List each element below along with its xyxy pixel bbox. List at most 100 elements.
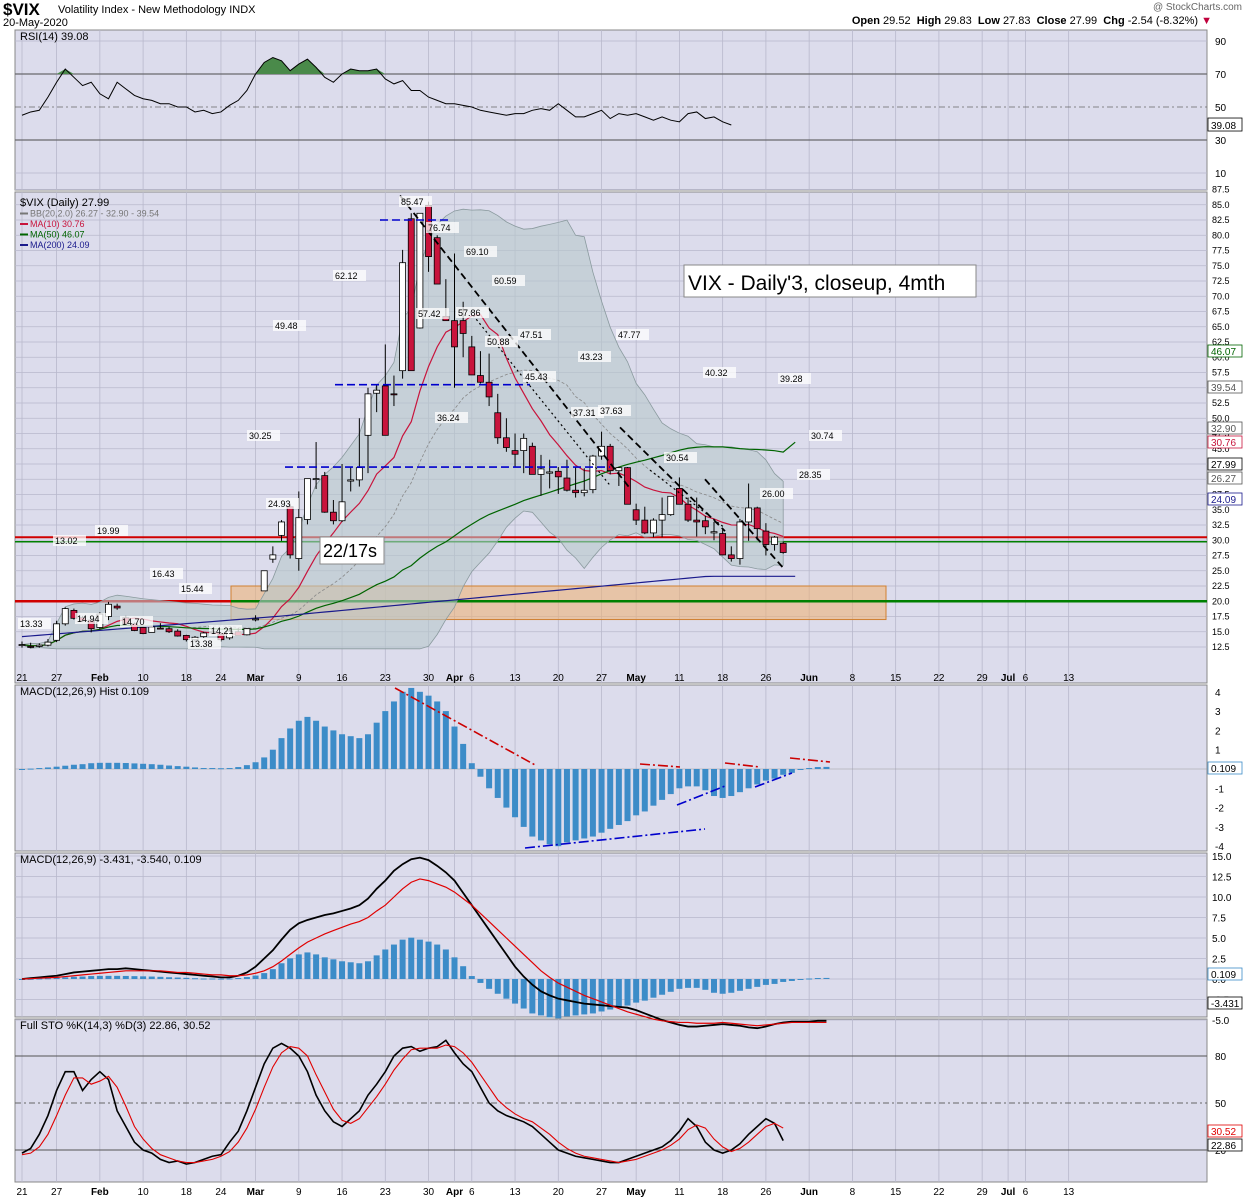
- macd-hist-bar: [96, 975, 103, 979]
- candle-body: [174, 630, 182, 637]
- x-tick-label: 18: [717, 673, 729, 684]
- hist-bar: [209, 768, 216, 770]
- hist-bar: [814, 767, 821, 769]
- candle-body: [18, 644, 26, 646]
- price-y-tick: 35.0: [1212, 505, 1230, 515]
- candle-body: [641, 519, 649, 534]
- price-annotation: 62.12: [335, 271, 358, 281]
- candle-body: [615, 467, 623, 472]
- hist-bar: [105, 762, 112, 769]
- x-tick-label: 15: [890, 1187, 902, 1198]
- price-y-tick: 30.0: [1212, 535, 1230, 545]
- price-y-tick: 12.5: [1212, 642, 1230, 652]
- hist-bar: [719, 769, 726, 798]
- macd-legend: MACD(12,26,9) -3.431, -3.540, 0.109: [20, 854, 202, 866]
- candle-body: [650, 519, 657, 534]
- candle-body: [139, 627, 147, 634]
- macd-hist-bar: [494, 979, 501, 994]
- x-tick-label: 6: [1023, 1187, 1029, 1198]
- price-annotation: 60.59: [494, 276, 517, 286]
- hist-bar: [659, 769, 666, 800]
- macd-hist-bar: [408, 937, 415, 979]
- candle-body: [528, 445, 536, 475]
- hist-bar: [702, 769, 709, 791]
- x-tick-label: 27: [596, 1187, 608, 1198]
- rsi-y-tick: 90: [1215, 37, 1227, 48]
- macd-hist-bar: [598, 979, 605, 1012]
- hist-y-tick: -2: [1215, 804, 1224, 815]
- price-legend-item: $VIX (Daily) 27.99: [20, 197, 109, 209]
- macd-hist-bar: [503, 979, 510, 999]
- hist-bar: [382, 711, 389, 769]
- price-annotation: 37.31: [573, 408, 596, 418]
- price-right-label: 30.76: [1211, 438, 1236, 449]
- hist-bar: [114, 762, 121, 769]
- macd-hist-bar: [468, 976, 475, 979]
- price-right-label: 39.54: [1211, 383, 1236, 394]
- macd-y-tick: 5.0: [1212, 934, 1226, 945]
- candle-body: [390, 393, 398, 396]
- x-tick-label: 24: [215, 673, 227, 684]
- hist-bar: [148, 764, 155, 769]
- x-tick-label: 13: [1063, 673, 1075, 684]
- macd-hist-bar: [650, 979, 657, 998]
- hist-bar: [442, 711, 449, 769]
- candle-body: [520, 437, 528, 451]
- hist-bar: [313, 720, 320, 769]
- x-tick-label: 15: [890, 673, 902, 684]
- chart-title: VIX - Daily'3, closeup, 4mth: [688, 272, 945, 295]
- hist-bar: [494, 769, 501, 798]
- hist-bar: [157, 764, 164, 769]
- macd-y-tick: 12.5: [1212, 873, 1232, 884]
- hist-bar: [538, 769, 544, 841]
- macd-hist-bar: [736, 979, 743, 991]
- hist-bar: [598, 769, 605, 833]
- price-right-label: 24.09: [1211, 495, 1236, 506]
- macd-hist-bar: [200, 978, 207, 980]
- macd-hist-bar: [382, 949, 389, 979]
- hist-bar: [797, 769, 804, 770]
- x-tick-label: 21: [16, 673, 28, 684]
- candle-body: [338, 501, 346, 522]
- price-annotation: 69.10: [466, 247, 489, 257]
- candle-body: [511, 450, 519, 455]
- price-y-tick: 32.5: [1212, 520, 1230, 530]
- candle-body: [243, 628, 251, 636]
- macd-hist-bar: [823, 977, 830, 979]
- price-annotation: 14.94: [77, 614, 100, 624]
- x-tick-label: 26: [760, 1187, 772, 1198]
- macd-hist-bar: [174, 977, 181, 979]
- candle-body: [494, 412, 502, 439]
- price-y-tick: 27.5: [1212, 551, 1230, 561]
- macd-hist-bar: [442, 949, 449, 979]
- candle-body: [312, 478, 320, 481]
- candle-body: [347, 479, 355, 482]
- rsi-y-tick: 50: [1215, 103, 1227, 114]
- price-annotation: 45.43: [525, 372, 548, 382]
- price-y-tick: 85.0: [1212, 200, 1230, 210]
- hist-bar: [563, 769, 570, 843]
- price-y-tick: 15.0: [1212, 627, 1230, 637]
- x-tick-label: 8: [850, 1187, 856, 1198]
- hist-bar: [122, 763, 129, 769]
- candle-body: [459, 320, 467, 334]
- x-tick-label: 24: [215, 1187, 227, 1198]
- hist-bar: [166, 765, 173, 769]
- hist-bar: [788, 769, 795, 773]
- macd-hist-bar: [546, 979, 553, 1018]
- macd-hist-bar: [79, 976, 86, 979]
- macd-hist-bar: [339, 961, 346, 979]
- hist-bar: [252, 762, 259, 769]
- hist-bar: [373, 722, 380, 769]
- hist-bar: [624, 769, 631, 822]
- hist-bar: [321, 726, 328, 769]
- price-y-tick: 25.0: [1212, 566, 1230, 576]
- hist-bar: [633, 769, 640, 816]
- macd-hist-bar: [633, 979, 640, 1003]
- hist-bar: [823, 766, 830, 769]
- x-tick-label: 27: [51, 1187, 63, 1198]
- price-annotation: 19.99: [97, 526, 120, 536]
- macd-hist-bar: [728, 979, 735, 993]
- candle-body: [727, 554, 735, 559]
- hist-bar: [261, 757, 268, 769]
